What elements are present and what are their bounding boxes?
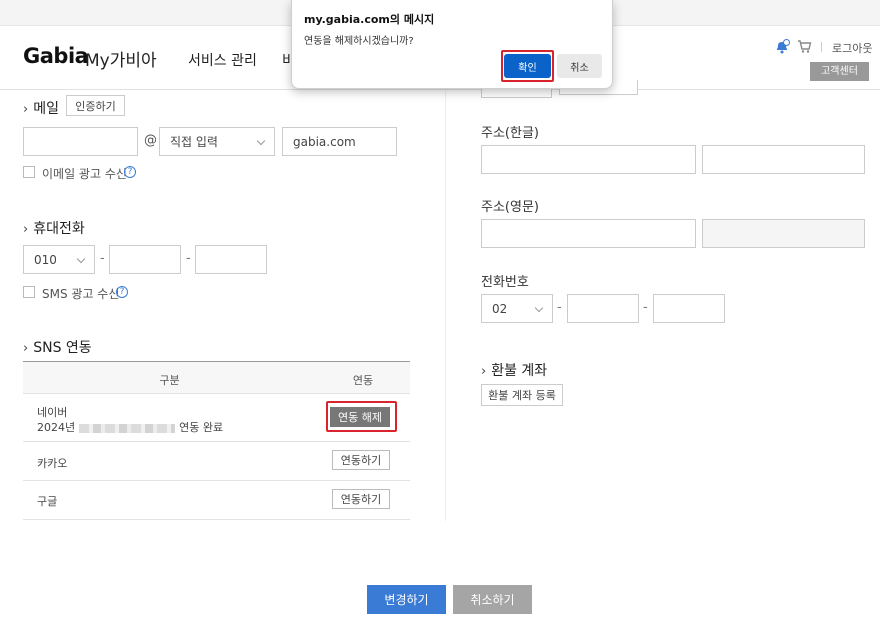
col-type-header: 구분 bbox=[159, 374, 180, 387]
sns-name: 카카오 bbox=[37, 457, 68, 470]
dialog-title: my.gabia.com의 메시지 bbox=[304, 13, 435, 26]
dialog-cancel-button[interactable]: 취소 bbox=[557, 54, 602, 78]
email-ad-label: 이메일 광고 수신 bbox=[42, 167, 127, 181]
logo-subtitle[interactable]: My가비아 bbox=[85, 46, 157, 71]
mobile-middle-input[interactable] bbox=[109, 245, 181, 274]
phone-middle-input[interactable] bbox=[567, 294, 639, 323]
email-id-input[interactable] bbox=[23, 127, 138, 156]
email-domain-value: gabia.com bbox=[293, 134, 356, 149]
date-prefix: 2024년 bbox=[37, 421, 76, 434]
dash: - bbox=[186, 251, 191, 266]
email-section-title: › 메일 bbox=[23, 98, 59, 118]
chevron-right-icon: › bbox=[23, 341, 29, 356]
column-divider bbox=[445, 91, 446, 521]
customer-center-button[interactable]: 고객센터 bbox=[810, 62, 869, 81]
chevron-right-icon: › bbox=[23, 222, 29, 237]
email-domain-select[interactable]: 직접 입력 bbox=[159, 127, 275, 156]
sns-section-title: › SNS 연동 bbox=[23, 337, 92, 357]
email-ad-checkbox[interactable] bbox=[23, 166, 35, 178]
address-en-label: 주소(영문) bbox=[481, 200, 539, 215]
bell-icon[interactable] bbox=[774, 39, 790, 55]
redacted-date bbox=[79, 423, 176, 433]
sns-row-naver: 네이버 2024년 연동 완료 연동 해제 bbox=[23, 394, 410, 442]
header-separator bbox=[821, 42, 822, 52]
sns-name: 네이버 bbox=[37, 406, 68, 419]
logo[interactable]: Gabia bbox=[23, 44, 89, 68]
sns-name: 구글 bbox=[37, 495, 58, 508]
refund-section-title: › 환불 계좌 bbox=[481, 360, 547, 380]
sns-table: 구분 연동 네이버 2024년 연동 완료 연동 해제 카카오 연동하기 구글 연… bbox=[23, 361, 410, 520]
col-link-header: 연동 bbox=[352, 374, 374, 387]
sms-ad-checkbox[interactable] bbox=[23, 286, 35, 298]
phone-prefix-value: 02 bbox=[492, 301, 508, 316]
dash: - bbox=[643, 300, 648, 315]
dash: - bbox=[557, 300, 562, 315]
phone-prefix-select[interactable]: 02 bbox=[481, 294, 553, 323]
logout-link[interactable]: 로그아웃 bbox=[832, 40, 872, 56]
address-en-input-1[interactable] bbox=[481, 219, 696, 248]
sns-row-google: 구글 연동하기 bbox=[23, 481, 410, 520]
address-kr-label: 주소(한글) bbox=[481, 126, 539, 141]
email-domain-input[interactable]: gabia.com bbox=[282, 127, 397, 156]
mobile-title-text: 휴대전화 bbox=[33, 221, 85, 237]
save-button[interactable]: 변경하기 bbox=[367, 585, 446, 614]
nav-service-management[interactable]: 서비스 관리 bbox=[188, 50, 257, 70]
sns-link-date: 2024년 연동 완료 bbox=[37, 419, 223, 435]
cart-icon[interactable] bbox=[797, 39, 812, 54]
address-kr-input-1[interactable] bbox=[481, 145, 696, 174]
dash: - bbox=[100, 251, 105, 266]
email-ad-help-icon[interactable]: ? bbox=[124, 166, 136, 178]
chevron-right-icon: › bbox=[23, 102, 29, 117]
email-domain-select-value: 직접 입력 bbox=[170, 135, 218, 149]
mobile-last-input[interactable] bbox=[195, 245, 267, 274]
naver-unlink-button[interactable]: 연동 해제 bbox=[330, 407, 390, 427]
refund-account-button[interactable]: 환불 계좌 등록 bbox=[481, 384, 563, 406]
sns-row-kakao: 카카오 연동하기 bbox=[23, 442, 410, 481]
sms-ad-help-icon[interactable]: ? bbox=[116, 286, 128, 298]
email-verify-button[interactable]: 인증하기 bbox=[66, 95, 125, 116]
mobile-prefix-value: 010 bbox=[34, 252, 57, 267]
sns-table-header: 구분 연동 bbox=[23, 361, 410, 394]
cancel-button[interactable]: 취소하기 bbox=[453, 585, 532, 614]
mobile-prefix-select[interactable]: 010 bbox=[23, 245, 95, 274]
kakao-link-button[interactable]: 연동하기 bbox=[332, 450, 390, 470]
date-suffix: 연동 완료 bbox=[179, 421, 224, 434]
email-title-text: 메일 bbox=[33, 101, 59, 117]
google-link-button[interactable]: 연동하기 bbox=[332, 489, 390, 509]
phone-label: 전화번호 bbox=[481, 275, 529, 290]
dialog-message: 연동을 해제하시겠습니까? bbox=[304, 36, 414, 47]
confirm-dialog: my.gabia.com의 메시지 연동을 해제하시겠습니까? 확인 취소 bbox=[291, 0, 613, 89]
dialog-ok-button[interactable]: 확인 bbox=[504, 54, 551, 78]
chevron-right-icon: › bbox=[481, 364, 487, 379]
phone-last-input[interactable] bbox=[653, 294, 725, 323]
sms-ad-label: SMS 광고 수신 bbox=[42, 287, 120, 301]
refund-title-text: 환불 계좌 bbox=[491, 363, 548, 379]
at-sign: @ bbox=[144, 133, 157, 148]
address-en-input-2 bbox=[702, 219, 865, 248]
address-kr-input-2[interactable] bbox=[702, 145, 865, 174]
sns-title-text: SNS 연동 bbox=[33, 340, 92, 356]
mobile-section-title: › 휴대전화 bbox=[23, 218, 85, 238]
